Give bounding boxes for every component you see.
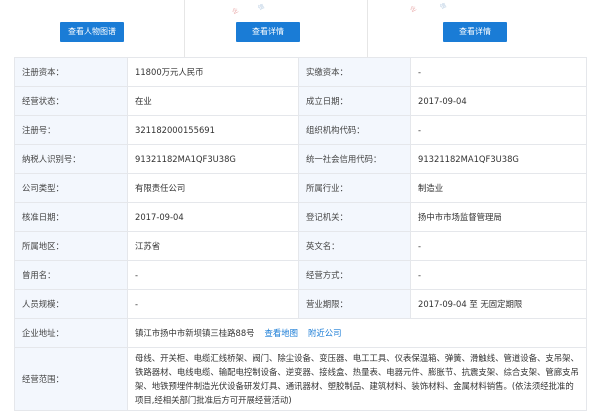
region-value: 江苏省	[127, 231, 299, 261]
company-type-label: 公司类型：	[14, 173, 128, 203]
table-row: 人员规模： - 营业期限： 2017-09-04 至 无固定期限	[14, 289, 587, 319]
view-detail-button[interactable]: 查看详情	[236, 22, 300, 42]
biz-mode-value: -	[410, 260, 587, 290]
english-name-label: 英文名：	[298, 231, 411, 261]
table-row: 企业地址： 镇江市扬中市新坝镇三桂路88号 查看地图 附近公司	[14, 318, 587, 348]
industry-value: 制造业	[410, 173, 587, 203]
biz-term-value: 2017-09-04 至 无固定期限	[410, 289, 587, 319]
card-divider	[184, 0, 185, 57]
address-cell: 镇江市扬中市新坝镇三桂路88号 查看地图 附近公司	[127, 318, 587, 348]
taxpayer-id-value: 91321182MA1QF3U38G	[127, 144, 299, 174]
region-label: 所属地区：	[14, 231, 128, 261]
former-name-label: 曾用名：	[14, 260, 128, 290]
est-date-label: 成立日期：	[298, 86, 411, 116]
scope-value: 母线、开关柜、电缆汇线桥架、阀门、除尘设备、变压器、电工工具、仪表保温箱、弹簧、…	[127, 347, 587, 411]
reg-no-value: 321182000155691	[127, 115, 299, 145]
approve-date-value: 2017-09-04	[127, 202, 299, 232]
paid-capital-value: -	[410, 57, 587, 87]
table-row: 曾用名： - 经营方式： -	[14, 260, 587, 290]
table-row: 纳税人识别号： 91321182MA1QF3U38G 统一社会信用代码： 913…	[14, 144, 587, 174]
table-row: 注册资本： 11800万元人民币 实缴资本： -	[14, 57, 587, 87]
reg-no-label: 注册号：	[14, 115, 128, 145]
reg-capital-value: 11800万元人民币	[127, 57, 299, 87]
status-value: 在业	[127, 86, 299, 116]
paid-capital-label: 实缴资本：	[298, 57, 411, 87]
table-row: 公司类型： 有限责任公司 所属行业： 制造业	[14, 173, 587, 203]
reg-authority-label: 登记机关：	[298, 202, 411, 232]
watermark-fragment: 信	[439, 1, 448, 11]
org-code-value: -	[410, 115, 587, 145]
taxpayer-id-label: 纳税人识别号：	[14, 144, 128, 174]
staff-size-label: 人员规模：	[14, 289, 128, 319]
biz-term-label: 营业期限：	[298, 289, 411, 319]
credit-code-label: 统一社会信用代码：	[298, 144, 411, 174]
table-row: 核准日期： 2017-09-04 登记机关： 扬中市市场监督管理局	[14, 202, 587, 232]
address-value: 镇江市扬中市新坝镇三桂路88号	[135, 328, 255, 338]
watermark-fragment: 企	[409, 4, 418, 14]
view-person-graph-button[interactable]: 查看人物图谱	[60, 22, 124, 42]
credit-code-value: 91321182MA1QF3U38G	[410, 144, 587, 174]
table-row: 经营范围： 母线、开关柜、电缆汇线桥架、阀门、除尘设备、变压器、电工工具、仪表保…	[14, 347, 587, 411]
status-label: 经营状态：	[14, 86, 128, 116]
watermark-fragment: 企	[231, 6, 240, 16]
nearby-companies-link[interactable]: 附近公司	[308, 328, 342, 338]
english-name-value: -	[410, 231, 587, 261]
card-divider	[367, 0, 368, 57]
table-row: 经营状态： 在业 成立日期： 2017-09-04	[14, 86, 587, 116]
address-label: 企业地址：	[14, 318, 128, 348]
approve-date-label: 核准日期：	[14, 202, 128, 232]
company-info-table: 注册资本： 11800万元人民币 实缴资本： - 经营状态： 在业 成立日期： …	[14, 57, 587, 411]
company-type-value: 有限责任公司	[127, 173, 299, 203]
industry-label: 所属行业：	[298, 173, 411, 203]
watermark-fragment: 信	[257, 2, 266, 12]
reg-capital-label: 注册资本：	[14, 57, 128, 87]
org-code-label: 组织机构代码：	[298, 115, 411, 145]
scope-label: 经营范围：	[14, 347, 128, 411]
table-row: 所属地区： 江苏省 英文名： -	[14, 231, 587, 261]
view-map-link[interactable]: 查看地图	[265, 328, 299, 338]
est-date-value: 2017-09-04	[410, 86, 587, 116]
former-name-value: -	[127, 260, 299, 290]
staff-size-value: -	[127, 289, 299, 319]
biz-mode-label: 经营方式：	[298, 260, 411, 290]
table-row: 注册号： 321182000155691 组织机构代码： -	[14, 115, 587, 145]
reg-authority-value: 扬中市市场监督管理局	[410, 202, 587, 232]
card-action-bar: 企 信 企 信 查看人物图谱 查看详情 查看详情	[0, 0, 600, 57]
view-detail-button[interactable]: 查看详情	[443, 22, 507, 42]
